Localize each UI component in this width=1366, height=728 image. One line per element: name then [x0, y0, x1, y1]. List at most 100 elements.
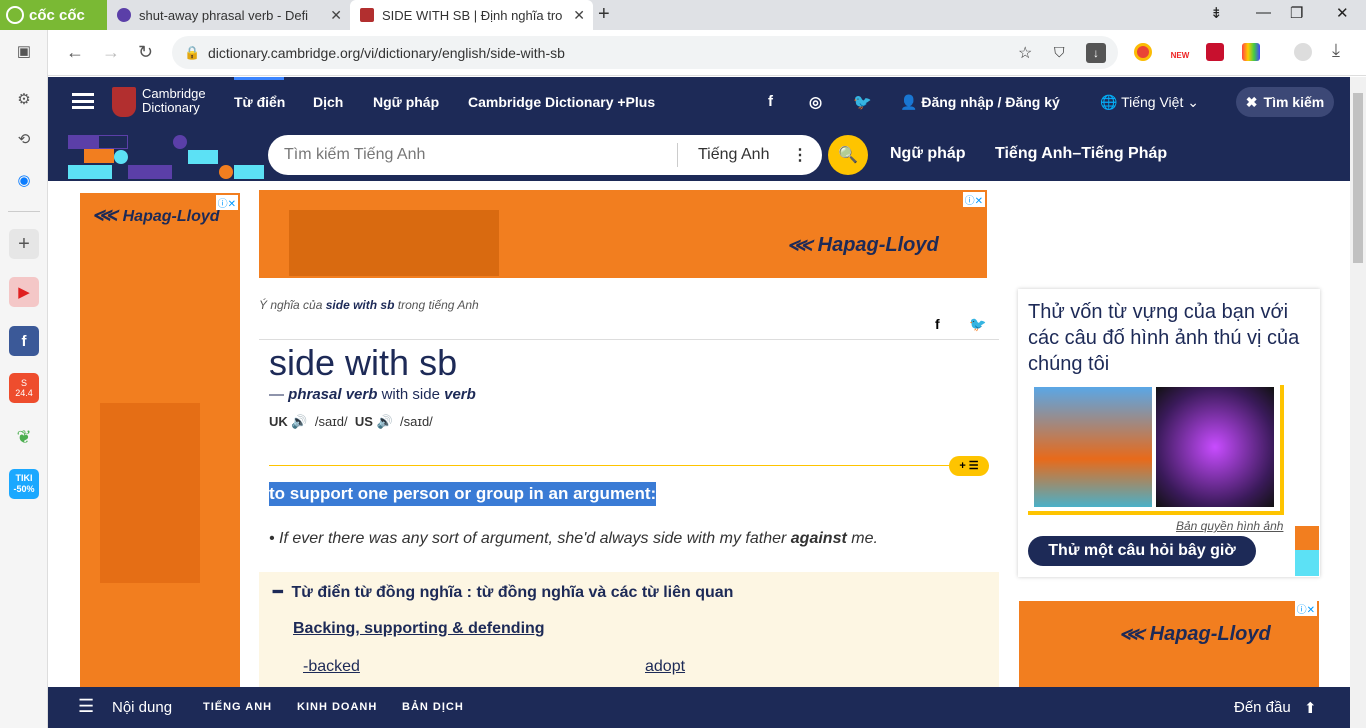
tiki-badge: -50%	[13, 484, 35, 494]
thesaurus-category-link[interactable]: Backing, supporting & defending	[293, 620, 545, 638]
ad-brand-text: Hapag-Lloyd	[817, 234, 939, 256]
search-row: Tìm kiếm Tiếng Anh Tiếng Anh ⋮ 🔍 Ngữ phá…	[48, 129, 1350, 181]
more-options-icon[interactable]: ⋮	[792, 145, 808, 165]
downloads-icon[interactable]: ⤓	[1332, 40, 1340, 61]
quiz-image-waterslide[interactable]	[1034, 387, 1152, 507]
youtube-icon[interactable]: ▶	[9, 277, 39, 307]
ad-info-icon[interactable]: ⓘ✕	[962, 192, 985, 207]
leaf-icon[interactable]: ❦	[9, 422, 39, 452]
subnav-grammar[interactable]: Ngữ pháp	[890, 145, 966, 163]
decor-block	[128, 165, 172, 179]
close-tab-icon[interactable]: ✕	[330, 7, 342, 24]
contents-menu-icon[interactable]: ☰	[78, 696, 94, 717]
reload-icon[interactable]: ↻	[138, 42, 153, 63]
ad-left[interactable]: ⋘ Hapag-Lloyd ⓘ✕	[80, 193, 240, 687]
scrollbar-thumb[interactable]	[1353, 93, 1363, 263]
thesaurus-word[interactable]: adopt	[645, 658, 685, 676]
new-tab-button[interactable]: +	[598, 3, 610, 26]
part-of-speech: — phrasal verb with side verb	[269, 386, 476, 403]
nav-dictionary[interactable]: Từ điển	[234, 94, 285, 110]
search-input[interactable]: Tìm kiếm Tiếng Anh Tiếng Anh ⋮	[268, 135, 822, 175]
login-link[interactable]: 👤 Đăng nhập / Đăng ký	[900, 94, 1060, 111]
ad-top[interactable]: ⋘ Hapag-Lloyd ⓘ✕	[259, 190, 987, 278]
subnav-english-french[interactable]: Tiếng Anh–Tiếng Pháp	[995, 145, 1167, 163]
us-audio-icon[interactable]: 🔊	[377, 414, 393, 429]
thesaurus-heading[interactable]: ━ Từ điển từ đồng nghĩa : từ đồng nghĩa …	[273, 582, 733, 602]
new-ext-icon[interactable]: NEW	[1167, 43, 1193, 61]
nav-grammar[interactable]: Ngữ pháp	[373, 94, 439, 110]
decor-block	[188, 150, 218, 164]
url-field[interactable]: 🔒 dictionary.cambridge.org/vi/dictionary…	[172, 36, 1118, 69]
forward-icon[interactable]: →	[102, 42, 120, 63]
language-selector[interactable]: 🌐 Tiếng Việt ⌄	[1100, 94, 1199, 111]
tab-search-icon[interactable]: ⇟	[1210, 4, 1223, 22]
settings-icon[interactable]: ⚙	[9, 84, 39, 114]
contents-link[interactable]: Nội dung	[112, 699, 172, 716]
nav-plus[interactable]: Cambridge Dictionary +Plus	[468, 94, 655, 110]
tab-shut-away[interactable]: shut-away phrasal verb - Defi ✕	[107, 0, 350, 30]
us-label: US	[354, 414, 373, 429]
ad-info-icon[interactable]: ⓘ✕	[1294, 601, 1317, 616]
instagram-icon[interactable]: ◎	[809, 93, 822, 111]
search-language[interactable]: Tiếng Anh	[698, 146, 769, 164]
messenger-icon[interactable]: ◉	[9, 165, 39, 195]
decor-block	[84, 149, 114, 163]
cambridge-logo-text[interactable]: Cambridge Dictionary	[142, 87, 206, 115]
ad-brand-text: Hapag-Lloyd	[122, 208, 220, 225]
decor-block	[98, 135, 128, 149]
bookmark-star-icon[interactable]: ☆	[1018, 43, 1032, 63]
shield-icon[interactable]: ⛉	[1054, 44, 1065, 61]
scrollbar[interactable]	[1350, 77, 1366, 728]
try-quiz-button[interactable]: Thử một câu hỏi bây giờ	[1028, 536, 1256, 566]
facebook-icon[interactable]: f	[9, 326, 39, 356]
pos-side[interactable]: side	[412, 386, 440, 403]
add-shortcut-button[interactable]: +	[9, 229, 39, 259]
shopee-icon[interactable]: S 24.4	[9, 373, 39, 403]
example-pre: If ever there was any sort of argument, …	[279, 530, 787, 547]
tiki-icon[interactable]: TIKI -50%	[9, 469, 39, 499]
ad-info-icon[interactable]: ⓘ✕	[215, 195, 238, 210]
decor-block	[219, 165, 233, 179]
thesaurus-word[interactable]: -backed	[303, 658, 360, 676]
logo-line2: Dictionary	[142, 100, 200, 115]
quiz-image-ride[interactable]	[1156, 387, 1274, 507]
close-tab-icon[interactable]: ✕	[573, 7, 585, 24]
search-divider	[677, 143, 678, 167]
minimize-button[interactable]: —	[1256, 4, 1271, 21]
tab-side-with-sb[interactable]: SIDE WITH SB | Định nghĩa tro ✕	[350, 0, 593, 30]
coccoc-logo[interactable]: cốc cốc	[0, 0, 107, 30]
arrow-up-circle-icon[interactable]: ⬆	[1304, 699, 1317, 717]
search-toggle-button[interactable]: ✖ Tìm kiếm	[1236, 87, 1334, 117]
history-icon[interactable]: ⟲	[9, 124, 39, 154]
menu-icon[interactable]	[72, 93, 94, 109]
footer-english[interactable]: TIẾNG ANH	[203, 701, 272, 713]
shopee-badge: 24.4	[15, 388, 33, 398]
pos-dash: —	[269, 386, 284, 403]
download-badge-icon[interactable]: ↓	[1086, 42, 1106, 63]
image-copyright-link[interactable]: Bản quyền hình ảnh	[1176, 519, 1283, 533]
share-facebook-icon[interactable]: f	[935, 316, 940, 332]
close-window-button[interactable]: ✕	[1336, 4, 1349, 22]
ad-right[interactable]: ⋘ Hapag-Lloyd ⓘ✕	[1019, 601, 1319, 687]
profile-avatar[interactable]	[1294, 43, 1312, 61]
add-to-wordlist-button[interactable]: + ☰	[949, 456, 989, 476]
share-twitter-icon[interactable]: 🐦	[969, 316, 986, 333]
chrome-ext-icon[interactable]	[1134, 43, 1152, 61]
maximize-button[interactable]: ❐	[1290, 4, 1303, 22]
pos-with: with	[381, 386, 409, 403]
back-icon[interactable]: ←	[66, 42, 84, 63]
uk-audio-icon[interactable]: 🔊	[291, 414, 307, 429]
collapse-icon[interactable]: ━	[273, 584, 283, 601]
search-button[interactable]: 🔍	[828, 135, 868, 175]
back-to-top-link[interactable]: Đến đầu	[1234, 699, 1291, 716]
footer-translation[interactable]: BẢN DỊCH	[402, 701, 464, 713]
twitter-icon[interactable]: 🐦	[853, 93, 872, 111]
facebook-icon[interactable]: f	[768, 93, 773, 110]
address-bar: ← → ↻ 🔒 dictionary.cambridge.org/vi/dict…	[48, 30, 1366, 76]
nav-translate[interactable]: Dịch	[313, 94, 343, 110]
red-ext-icon[interactable]	[1206, 43, 1224, 61]
cambridge-shield-logo[interactable]	[112, 87, 136, 117]
sidebar-panel-icon[interactable]: ▣	[9, 36, 39, 66]
footer-business[interactable]: KINH DOANH	[297, 701, 377, 713]
color-ext-icon[interactable]	[1242, 43, 1260, 61]
